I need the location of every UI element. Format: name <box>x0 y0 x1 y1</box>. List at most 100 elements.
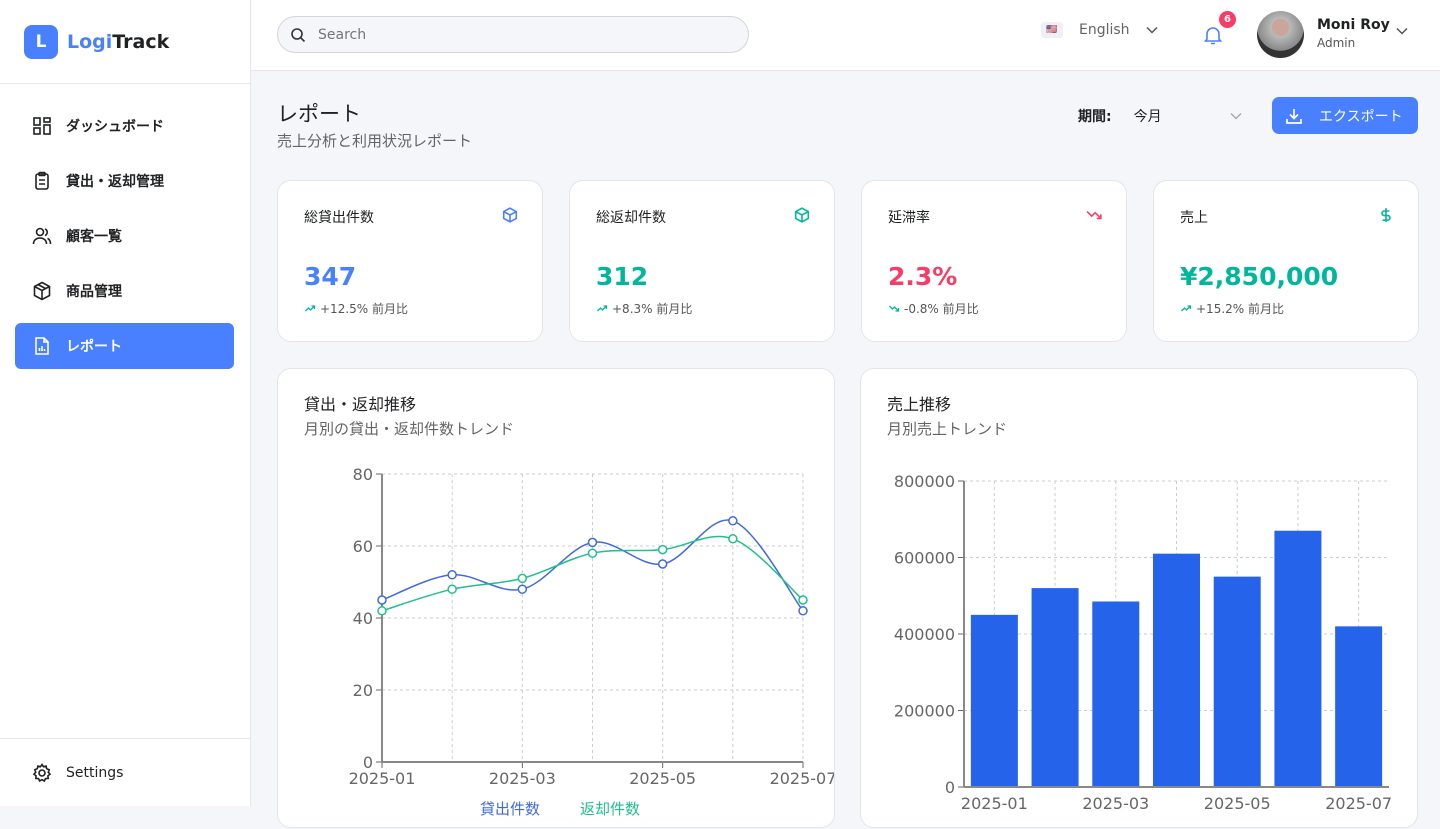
bar-chart: 0 200000 400000 600000 800000 2025-01 2025-03 2… <box>894 472 1392 813</box>
legend-item: 貸出件数 <box>480 800 540 818</box>
kpi-value: 312 <box>596 262 649 291</box>
x-tick-label: 2025-05 <box>1204 794 1271 813</box>
sidebar-item-label: レポート <box>66 339 122 355</box>
dollar-icon <box>1381 208 1391 222</box>
data-point <box>728 534 738 544</box>
export-label: エクスポート <box>1319 108 1403 125</box>
user-role: Admin <box>1317 36 1356 50</box>
kpi-label: 延滞率 <box>888 210 930 226</box>
logo-text-a: Logi <box>67 30 113 53</box>
y-tick-label: 400000 <box>894 625 955 644</box>
box-icon <box>33 281 51 301</box>
y-tick-label: 80 <box>353 465 373 484</box>
kpi-change-text: +8.3% 前月比 <box>612 302 693 316</box>
main-content: レポート 売上分析と利用状況レポート 期間: 今月 エクスポート 総貸出件数 3… <box>251 71 1440 828</box>
logo-mark: L <box>24 24 58 59</box>
sidebar: L LogiTrack ダッシュボード 貸出・返却管理 顧客一覧 商品管理 レポ… <box>0 0 251 806</box>
bell-icon[interactable] <box>1204 25 1222 45</box>
language-selector[interactable]: 🇺🇸 English <box>1041 22 1158 38</box>
kpi-card: 総返却件数 312 +8.3% 前月比 <box>569 180 835 342</box>
bar <box>1153 553 1200 787</box>
kpi-card: 総貸出件数 347 +12.5% 前月比 <box>277 180 543 342</box>
y-tick-label: 60 <box>353 537 373 556</box>
period-filter: 期間: 今月 <box>1078 106 1242 126</box>
report-icon <box>35 337 49 355</box>
data-point <box>587 537 598 548</box>
sales-trend-card: 売上推移 月別売上トレンド 0 200000 400000 600000 800000 2… <box>860 368 1418 828</box>
data-point <box>447 570 457 580</box>
search-bar[interactable] <box>277 16 749 53</box>
topbar: 🇺🇸 English 6 Moni Roy Admin <box>251 0 1440 71</box>
sidebar-item-label: 顧客一覧 <box>66 229 122 245</box>
period-select[interactable]: 今月 <box>1134 106 1242 126</box>
x-tick-label: 2025-07 <box>1325 794 1392 813</box>
export-button[interactable]: エクスポート <box>1272 97 1418 134</box>
kpi-card: 売上 ¥2,850,000 +15.2% 前月比 <box>1153 180 1419 342</box>
kpi-label: 総返却件数 <box>596 210 666 226</box>
language-label: English <box>1079 22 1130 38</box>
data-point <box>657 544 668 555</box>
data-point <box>517 584 528 594</box>
search-input[interactable] <box>318 26 718 43</box>
kpi-change: +8.3% 前月比 <box>596 300 692 317</box>
data-point <box>377 595 387 605</box>
chevron-down-icon[interactable] <box>1396 27 1408 35</box>
sidebar-item-settings[interactable]: Settings <box>0 738 250 806</box>
bar <box>970 614 1018 787</box>
avatar[interactable] <box>1257 11 1304 58</box>
search-icon <box>291 27 306 42</box>
data-point <box>377 606 387 616</box>
data-point <box>657 559 668 569</box>
sidebar-item-loans[interactable]: 貸出・返却管理 <box>15 158 234 204</box>
legend-item: 返却件数 <box>580 800 640 818</box>
sidebar-item-reports[interactable]: レポート <box>15 323 234 369</box>
settings-label: Settings <box>66 764 124 781</box>
bar <box>1213 576 1261 787</box>
download-icon <box>1286 108 1302 124</box>
x-tick-label: 2025-07 <box>770 769 834 788</box>
kpi-change-text: +15.2% 前月比 <box>1196 302 1284 316</box>
loan-return-trend-card: 貸出・返却推移 月別の貸出・返却件数トレンド 0 20 40 60 80 2025-01 2… <box>277 368 835 828</box>
trending-up-icon <box>1181 305 1192 312</box>
kpi-change: -0.8% 前月比 <box>888 300 979 317</box>
x-tick-label: 2025-03 <box>1082 794 1149 813</box>
trending-up-icon <box>597 305 608 312</box>
sidebar-item-customers[interactable]: 顧客一覧 <box>15 213 234 259</box>
box-icon <box>794 207 810 223</box>
sidebar-item-label: 商品管理 <box>66 284 122 300</box>
kpi-change: +15.2% 前月比 <box>1180 300 1284 317</box>
box-icon <box>502 207 518 223</box>
y-tick-label: 800000 <box>894 472 955 491</box>
y-tick-label: 200000 <box>894 702 955 721</box>
logo-text-b: Track <box>112 30 170 53</box>
kpi-change-text: -0.8% 前月比 <box>904 302 979 316</box>
sidebar-item-products[interactable]: 商品管理 <box>15 268 234 314</box>
user-menu[interactable]: Moni Roy Admin <box>1317 17 1390 50</box>
chevron-down-icon <box>1146 26 1158 34</box>
users-icon <box>32 227 52 245</box>
sidebar-nav: ダッシュボード 貸出・返却管理 顧客一覧 商品管理 レポート <box>0 84 250 369</box>
sidebar-item-label: 貸出・返却管理 <box>66 174 164 190</box>
gear-icon <box>32 762 52 782</box>
data-point <box>728 516 738 526</box>
data-point <box>798 595 808 605</box>
logo[interactable]: L LogiTrack <box>0 0 250 84</box>
x-tick-label: 2025-03 <box>489 769 556 788</box>
period-label: 期間: <box>1078 109 1112 125</box>
user-name: Moni Roy <box>1317 17 1390 33</box>
bar <box>1092 601 1140 787</box>
clipboard-icon <box>35 171 49 190</box>
bar <box>1274 530 1322 787</box>
sidebar-item-dashboard[interactable]: ダッシュボード <box>15 103 234 149</box>
kpi-value: 347 <box>304 262 357 291</box>
kpi-value: 2.3% <box>888 262 958 291</box>
kpi-change: +12.5% 前月比 <box>304 300 408 317</box>
y-tick-label: 20 <box>353 681 373 700</box>
line-chart: 0204060802025-01 2025-03 2025-05 2025-07貸出件… <box>349 465 834 818</box>
data-point <box>587 548 598 558</box>
page-title: レポート <box>277 102 361 126</box>
y-tick-label: 0 <box>945 778 955 797</box>
trending-down-icon <box>889 305 900 312</box>
period-value: 今月 <box>1133 109 1162 125</box>
kpi-label: 総貸出件数 <box>304 210 374 226</box>
